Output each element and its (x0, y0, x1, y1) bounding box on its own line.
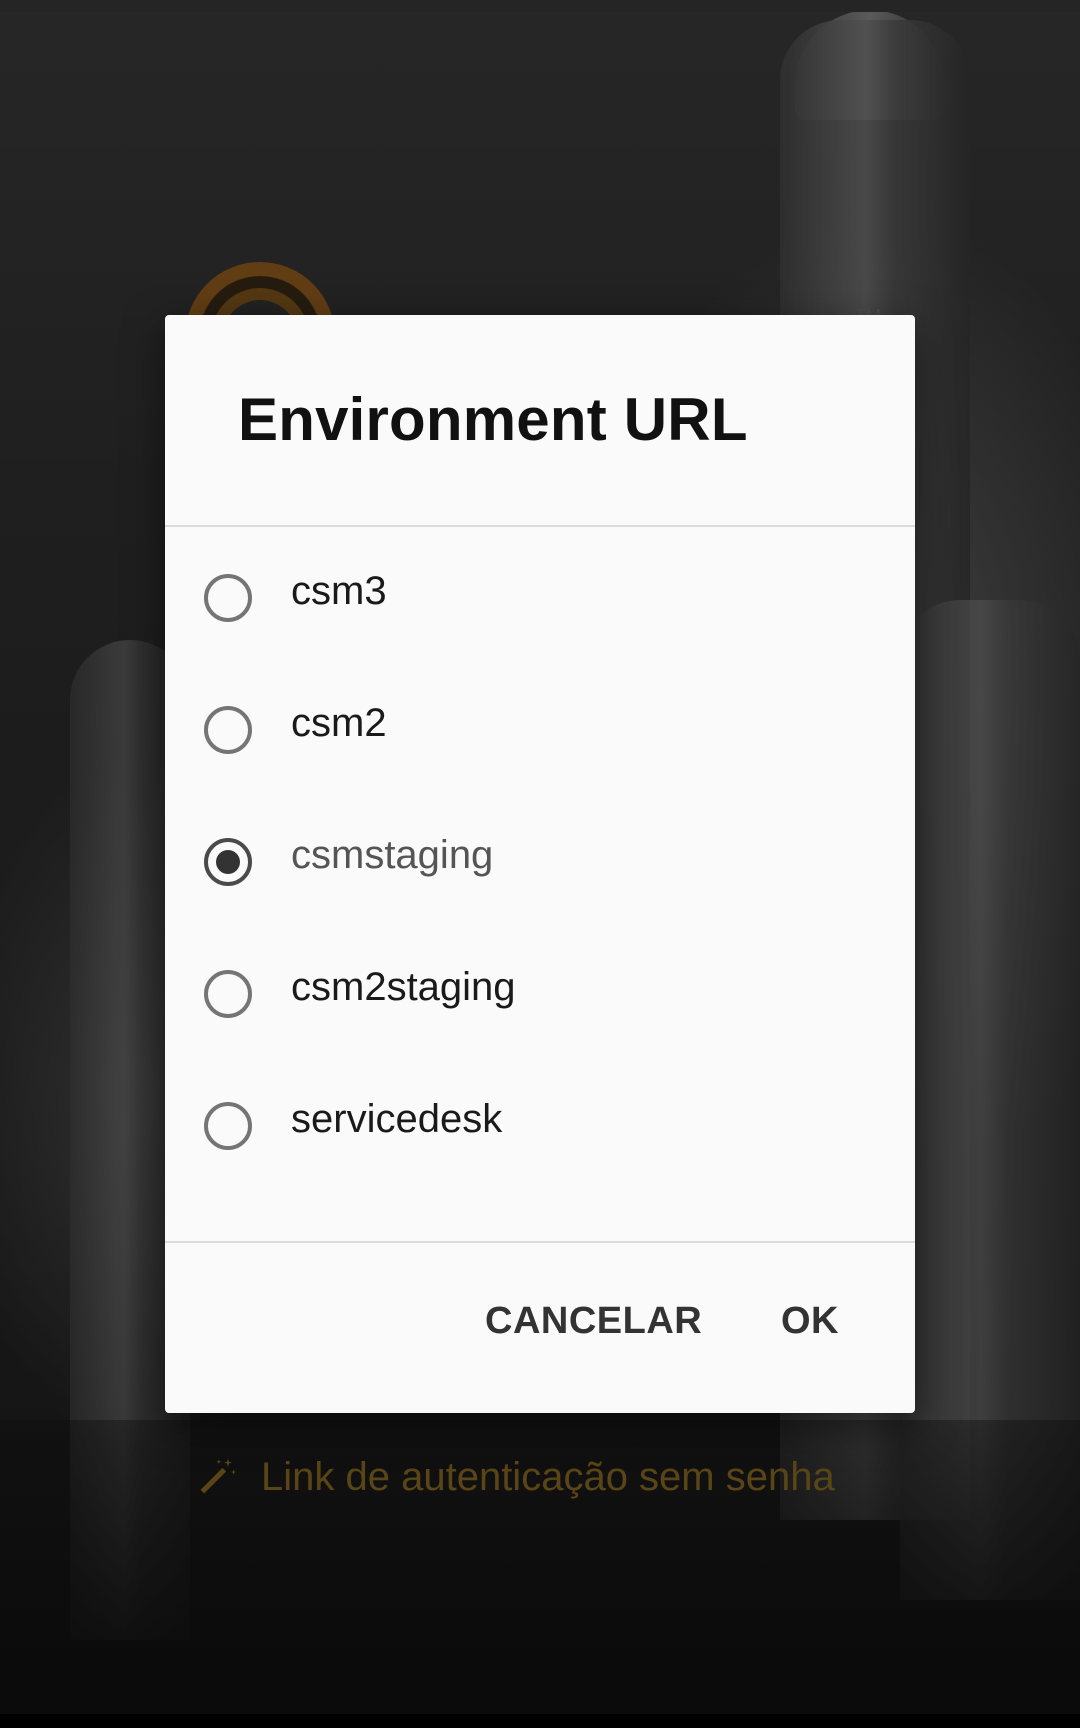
cancel-button[interactable]: CANCELAR (485, 1300, 702, 1343)
option-servicedesk[interactable]: servicedesk (165, 1055, 915, 1157)
navigation-bar (0, 1714, 1080, 1728)
radio-unchecked-icon[interactable] (204, 574, 252, 622)
option-label: csm2staging (291, 965, 516, 1009)
options-list[interactable]: csm3 csm2 csmstaging csm2staging service… (165, 527, 915, 1157)
option-csm2[interactable]: csm2 (165, 659, 915, 791)
radio-unchecked-icon[interactable] (204, 1102, 252, 1150)
option-csm3[interactable]: csm3 (165, 527, 915, 659)
radio-unchecked-icon[interactable] (204, 970, 252, 1018)
divider (165, 1241, 915, 1243)
option-csmstaging[interactable]: csmstaging (165, 791, 915, 923)
option-label: csm2 (291, 701, 387, 745)
ok-button[interactable]: OK (781, 1300, 839, 1343)
option-label: servicedesk (291, 1097, 503, 1141)
environment-url-dialog: Environment URL csm3 csm2 csmstaging csm… (165, 315, 915, 1413)
dialog-title: Environment URL (238, 386, 748, 453)
radio-checked-icon[interactable] (204, 838, 252, 886)
option-label: csm3 (291, 569, 387, 613)
option-csm2staging[interactable]: csm2staging (165, 923, 915, 1055)
radio-unchecked-icon[interactable] (204, 706, 252, 754)
option-label: csmstaging (291, 833, 494, 877)
